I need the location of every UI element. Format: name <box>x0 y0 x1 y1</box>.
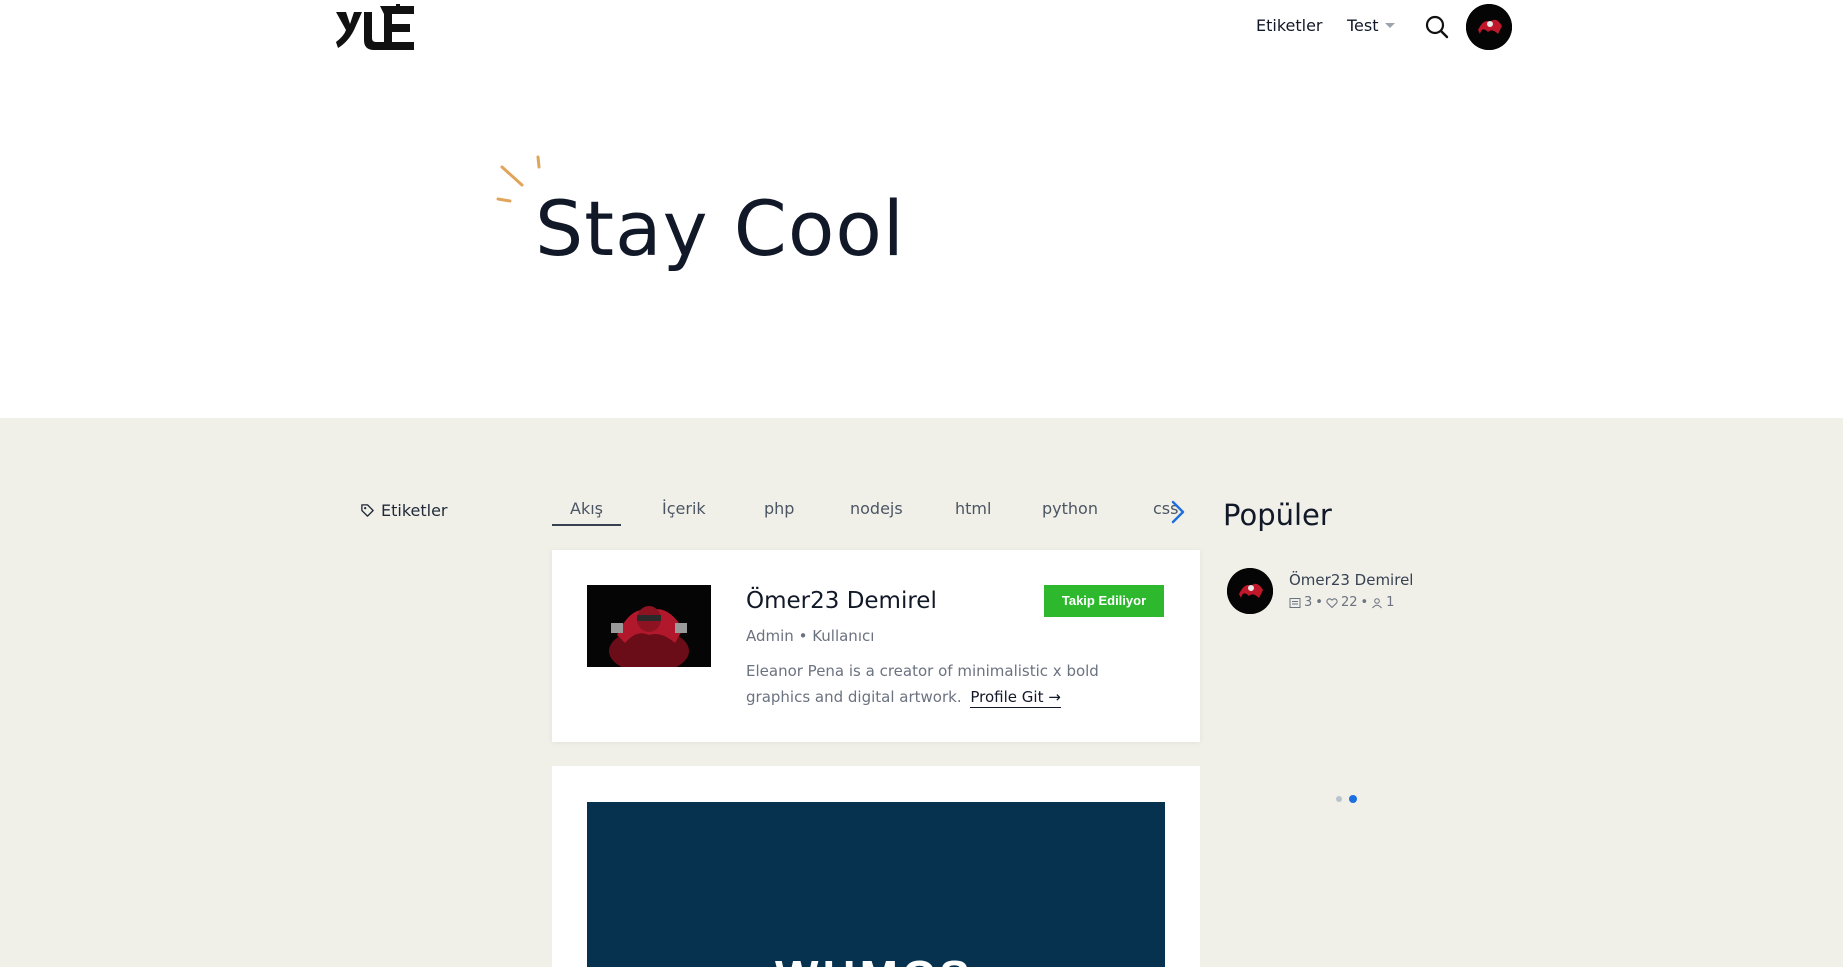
pagination-dot-active[interactable] <box>1349 795 1357 803</box>
post-card-image[interactable]: WHMCS <box>587 802 1165 967</box>
popular-title: Popüler <box>1223 498 1332 532</box>
chevron-right-icon[interactable] <box>1166 498 1190 528</box>
sidebar-tags-link[interactable]: Etiketler <box>360 501 448 520</box>
arrow-right-icon: → <box>1048 688 1061 706</box>
tag-icon <box>361 504 374 517</box>
popular-item-stats: 3 • 22 • 1 <box>1289 595 1394 610</box>
user-card-name[interactable]: Ömer23 Demirel <box>746 588 937 614</box>
tab-html[interactable]: html <box>955 498 991 528</box>
popular-pagination <box>1336 795 1357 803</box>
nav-test-dropdown[interactable]: Test <box>1347 16 1395 35</box>
popular-item-followers: 1 <box>1386 595 1395 610</box>
pagination-dot[interactable] <box>1336 796 1342 802</box>
user-icon <box>1372 597 1383 608</box>
popular-item-likes: 22 <box>1340 595 1358 610</box>
popular-item-name[interactable]: Ömer23 Demirel <box>1289 571 1413 589</box>
tab-akis[interactable]: Akış <box>552 498 621 526</box>
tab-nodejs[interactable]: nodejs <box>850 498 903 528</box>
profile-link-label: Profile Git <box>970 688 1044 706</box>
user-card: Ömer23 Demirel Admin • Kullanıcı Takip E… <box>552 550 1200 742</box>
popular-item[interactable]: Ömer23 Demirel 3 • 22 • 1 <box>1227 568 1447 614</box>
caret-down-icon <box>1384 23 1395 28</box>
post-card: WHMCS <box>552 766 1200 967</box>
popular-item-avatar[interactable] <box>1227 568 1273 614</box>
category-tabs: Akış İçerik php nodejs html python css <box>552 498 1188 538</box>
user-card-bio: Eleanor Pena is a creator of minimalisti… <box>746 658 1166 710</box>
tab-icerik[interactable]: İçerik <box>662 498 706 528</box>
main-content: Etiketler Akış İçerik php nodejs html py… <box>0 418 1843 967</box>
nav-etiketler[interactable]: Etiketler <box>1256 16 1323 35</box>
user-avatar[interactable] <box>1466 4 1512 50</box>
user-card-role: Admin • Kullanıcı <box>746 627 875 645</box>
tab-php[interactable]: php <box>764 498 794 528</box>
heart-icon <box>1326 597 1338 608</box>
profile-link[interactable]: Profile Git → <box>970 688 1061 708</box>
tab-python[interactable]: python <box>1042 498 1098 528</box>
search-icon[interactable] <box>1424 14 1450 40</box>
nav-test-label: Test <box>1347 16 1379 35</box>
site-header: Etiketler Test <box>0 0 1843 60</box>
user-card-image[interactable] <box>587 585 711 667</box>
site-logo[interactable] <box>334 2 416 54</box>
hero-title: Stay Cool <box>535 184 905 273</box>
hero-section: Stay Cool <box>0 60 1843 418</box>
post-image-logo-text: WHMCS <box>775 950 974 967</box>
sidebar-tags-label: Etiketler <box>381 501 448 520</box>
popular-item-posts: 3 <box>1304 595 1313 610</box>
follow-button[interactable]: Takip Ediliyor <box>1044 585 1164 617</box>
posts-icon <box>1289 597 1301 608</box>
